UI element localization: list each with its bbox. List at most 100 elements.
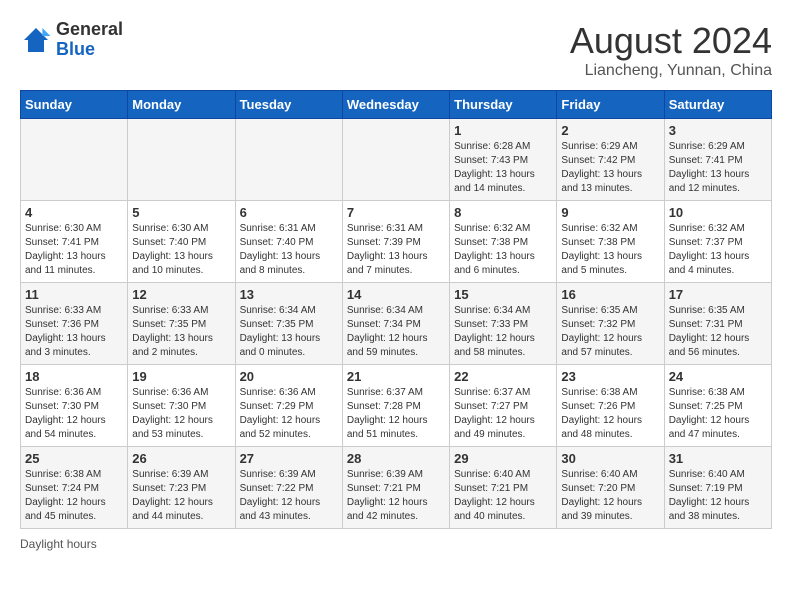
column-header-wednesday: Wednesday: [342, 91, 449, 119]
day-info: Sunrise: 6:32 AM Sunset: 7:38 PM Dayligh…: [454, 222, 552, 278]
day-number: 28: [347, 451, 445, 466]
day-info: Sunrise: 6:30 AM Sunset: 7:41 PM Dayligh…: [25, 222, 123, 278]
day-cell: 29 Sunrise: 6:40 AM Sunset: 7:21 PM Dayli…: [450, 447, 557, 529]
day-number: 21: [347, 369, 445, 384]
day-cell: 31 Sunrise: 6:40 AM Sunset: 7:19 PM Dayli…: [664, 447, 771, 529]
day-number: 19: [132, 369, 230, 384]
day-number: 27: [240, 451, 338, 466]
day-info: Sunrise: 6:33 AM Sunset: 7:36 PM Dayligh…: [25, 304, 123, 360]
day-number: 16: [561, 287, 659, 302]
day-info: Sunrise: 6:35 AM Sunset: 7:32 PM Dayligh…: [561, 304, 659, 360]
day-number: 18: [25, 369, 123, 384]
day-cell: 20Sunrise: 6:36 AM Sunset: 7:29 PM Dayli…: [235, 365, 342, 447]
day-cell: 21Sunrise: 6:37 AM Sunset: 7:28 PM Dayli…: [342, 365, 449, 447]
day-info: Sunrise: 6:40 AM Sunset: 7:21 PM Dayligh…: [454, 468, 552, 524]
day-info: Sunrise: 6:31 AM Sunset: 7:39 PM Dayligh…: [347, 222, 445, 278]
column-header-thursday: Thursday: [450, 91, 557, 119]
day-cell: 1 Sunrise: 6:28 AM Sunset: 7:43 PM Daylig…: [450, 119, 557, 201]
day-info: Sunrise: 6:38 AM Sunset: 7:24 PM Dayligh…: [25, 468, 123, 524]
day-cell: 12 Sunrise: 6:33 AM Sunset: 7:35 PM Dayli…: [128, 283, 235, 365]
day-cell: [342, 119, 449, 201]
day-cell: 19 Sunrise: 6:36 AM Sunset: 7:30 PM Dayli…: [128, 365, 235, 447]
day-info: Sunrise: 6:34 AM Sunset: 7:34 PM Dayligh…: [347, 304, 445, 360]
day-cell: 3 Sunrise: 6:29 AM Sunset: 7:41 PM Daylig…: [664, 119, 771, 201]
day-number: 2: [561, 123, 659, 138]
day-info: Sunrise: 6:35 AM Sunset: 7:31 PM Dayligh…: [669, 304, 767, 360]
week-row-2: 4 Sunrise: 6:30 AM Sunset: 7:41 PM Daylig…: [21, 201, 772, 283]
day-cell: 9 Sunrise: 6:32 AM Sunset: 7:38 PM Daylig…: [557, 201, 664, 283]
day-info: Sunrise: 6:30 AM Sunset: 7:40 PM Dayligh…: [132, 222, 230, 278]
day-number: 29: [454, 451, 552, 466]
day-cell: 11 Sunrise: 6:33 AM Sunset: 7:36 PM Dayli…: [21, 283, 128, 365]
calendar-table: SundayMondayTuesdayWednesdayThursdayFrid…: [20, 90, 772, 529]
day-number: 3: [669, 123, 767, 138]
day-info: Sunrise: 6:29 AM Sunset: 7:41 PM Dayligh…: [669, 140, 767, 196]
day-info: Sunrise: 6:31 AM Sunset: 7:40 PM Dayligh…: [240, 222, 338, 278]
day-cell: 7 Sunrise: 6:31 AM Sunset: 7:39 PM Daylig…: [342, 201, 449, 283]
day-info: Sunrise: 6:37 AM Sunset: 7:27 PM Dayligh…: [454, 386, 552, 442]
day-number: 12: [132, 287, 230, 302]
day-info: Sunrise: 6:28 AM Sunset: 7:43 PM Dayligh…: [454, 140, 552, 196]
day-cell: 22Sunrise: 6:37 AM Sunset: 7:27 PM Dayli…: [450, 365, 557, 447]
day-cell: 24Sunrise: 6:38 AM Sunset: 7:25 PM Dayli…: [664, 365, 771, 447]
day-number: 9: [561, 205, 659, 220]
day-number: 31: [669, 451, 767, 466]
week-row-3: 11 Sunrise: 6:33 AM Sunset: 7:36 PM Dayli…: [21, 283, 772, 365]
day-cell: 2 Sunrise: 6:29 AM Sunset: 7:42 PM Daylig…: [557, 119, 664, 201]
day-cell: 8 Sunrise: 6:32 AM Sunset: 7:38 PM Daylig…: [450, 201, 557, 283]
day-number: 4: [25, 205, 123, 220]
day-info: Sunrise: 6:38 AM Sunset: 7:25 PM Dayligh…: [669, 386, 767, 442]
day-info: Sunrise: 6:34 AM Sunset: 7:35 PM Dayligh…: [240, 304, 338, 360]
daylight-label: Daylight hours: [20, 537, 97, 551]
day-cell: 14 Sunrise: 6:34 AM Sunset: 7:34 PM Dayli…: [342, 283, 449, 365]
day-info: Sunrise: 6:38 AM Sunset: 7:26 PM Dayligh…: [561, 386, 659, 442]
day-cell: [235, 119, 342, 201]
column-header-monday: Monday: [128, 91, 235, 119]
day-info: Sunrise: 6:36 AM Sunset: 7:30 PM Dayligh…: [132, 386, 230, 442]
day-info: Sunrise: 6:34 AM Sunset: 7:33 PM Dayligh…: [454, 304, 552, 360]
day-cell: 15Sunrise: 6:34 AM Sunset: 7:33 PM Dayli…: [450, 283, 557, 365]
week-row-1: 1 Sunrise: 6:28 AM Sunset: 7:43 PM Daylig…: [21, 119, 772, 201]
day-number: 30: [561, 451, 659, 466]
logo: General Blue: [20, 20, 123, 60]
day-number: 20: [240, 369, 338, 384]
day-number: 5: [132, 205, 230, 220]
day-cell: 16 Sunrise: 6:35 AM Sunset: 7:32 PM Dayli…: [557, 283, 664, 365]
column-header-friday: Friday: [557, 91, 664, 119]
title-area: August 2024 Liancheng, Yunnan, China: [570, 20, 772, 80]
day-info: Sunrise: 6:39 AM Sunset: 7:22 PM Dayligh…: [240, 468, 338, 524]
calendar-header-row: SundayMondayTuesdayWednesdayThursdayFrid…: [21, 91, 772, 119]
day-number: 14: [347, 287, 445, 302]
day-number: 17: [669, 287, 767, 302]
day-number: 26: [132, 451, 230, 466]
day-number: 6: [240, 205, 338, 220]
day-cell: 13Sunrise: 6:34 AM Sunset: 7:35 PM Dayli…: [235, 283, 342, 365]
day-number: 11: [25, 287, 123, 302]
day-info: Sunrise: 6:39 AM Sunset: 7:23 PM Dayligh…: [132, 468, 230, 524]
logo-icon: [20, 24, 52, 56]
day-number: 23: [561, 369, 659, 384]
day-info: Sunrise: 6:40 AM Sunset: 7:20 PM Dayligh…: [561, 468, 659, 524]
day-number: 7: [347, 205, 445, 220]
day-cell: 27 Sunrise: 6:39 AM Sunset: 7:22 PM Dayli…: [235, 447, 342, 529]
day-cell: 17 Sunrise: 6:35 AM Sunset: 7:31 PM Dayli…: [664, 283, 771, 365]
week-row-5: 25 Sunrise: 6:38 AM Sunset: 7:24 PM Dayli…: [21, 447, 772, 529]
day-cell: 30 Sunrise: 6:40 AM Sunset: 7:20 PM Dayli…: [557, 447, 664, 529]
day-number: 8: [454, 205, 552, 220]
column-header-tuesday: Tuesday: [235, 91, 342, 119]
logo-text: General Blue: [56, 20, 123, 60]
header: General Blue August 2024 Liancheng, Yunn…: [20, 20, 772, 80]
day-info: Sunrise: 6:29 AM Sunset: 7:42 PM Dayligh…: [561, 140, 659, 196]
day-cell: 6 Sunrise: 6:31 AM Sunset: 7:40 PM Daylig…: [235, 201, 342, 283]
day-cell: 23 Sunrise: 6:38 AM Sunset: 7:26 PM Dayli…: [557, 365, 664, 447]
day-info: Sunrise: 6:32 AM Sunset: 7:38 PM Dayligh…: [561, 222, 659, 278]
day-info: Sunrise: 6:36 AM Sunset: 7:30 PM Dayligh…: [25, 386, 123, 442]
footer: Daylight hours: [20, 537, 772, 551]
day-cell: 26 Sunrise: 6:39 AM Sunset: 7:23 PM Dayli…: [128, 447, 235, 529]
day-number: 25: [25, 451, 123, 466]
main-title: August 2024: [570, 20, 772, 62]
day-number: 1: [454, 123, 552, 138]
day-info: Sunrise: 6:40 AM Sunset: 7:19 PM Dayligh…: [669, 468, 767, 524]
column-header-saturday: Saturday: [664, 91, 771, 119]
day-info: Sunrise: 6:33 AM Sunset: 7:35 PM Dayligh…: [132, 304, 230, 360]
